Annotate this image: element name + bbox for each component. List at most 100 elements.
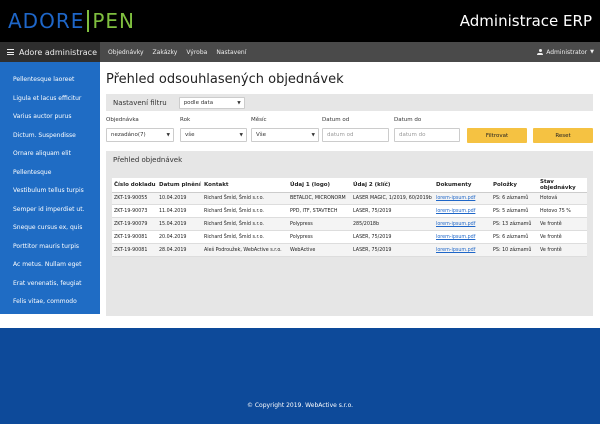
objednavka-label: Objednávka xyxy=(106,117,139,123)
status-badge: Ve frontě xyxy=(538,230,587,245)
nav-link-vyroba[interactable]: Výroba xyxy=(186,49,207,56)
cell-date: 20.04.2019 xyxy=(157,230,202,245)
table-row[interactable]: ZKT-19-90079 15.04.2019 Richard Šmíd, Šm… xyxy=(112,217,587,232)
cell-doc-number: ZKT-19-90055 xyxy=(112,192,157,206)
cell-items: PS: 10 záznamů xyxy=(491,243,538,257)
objednavka-select[interactable]: nezadáno(7) ▼ xyxy=(106,128,174,142)
cell-key: LASER, 75/2019 xyxy=(351,243,434,257)
table-row[interactable]: ZKT-19-90073 11.04.2019 Richard Šmíd, Šm… xyxy=(112,204,587,219)
brand-menu[interactable]: Adore administrace xyxy=(0,42,100,62)
orders-table: Číslo dokladu Datum plnění Kontakt Údaj … xyxy=(112,178,587,257)
document-link[interactable]: lorem-ipsum.pdf xyxy=(436,248,475,253)
user-name: Administrator xyxy=(546,48,588,56)
sidebar-item[interactable]: Felis vitae, commodo xyxy=(0,293,100,312)
sidebar-item[interactable]: Erat venenatis, feugiat xyxy=(0,275,100,294)
datum-od-input[interactable]: datum od xyxy=(322,128,389,142)
cell-key: 285/2018b xyxy=(351,217,434,232)
column-header[interactable]: Dokumenty xyxy=(434,178,491,193)
column-header[interactable]: Datum plnění xyxy=(157,178,202,193)
objednavka-select-value: nezadáno(7) xyxy=(111,132,146,138)
sidebar-item[interactable]: Dictum. Suspendisse xyxy=(0,127,100,146)
column-header[interactable]: Údaj 1 (logo) xyxy=(288,178,351,193)
filter-button[interactable]: Filtrovat xyxy=(467,128,527,143)
navbar: Adore administrace Objednávky Zakázky Vý… xyxy=(0,42,600,62)
document-link[interactable]: lorem-ipsum.pdf xyxy=(436,235,475,240)
mesic-select[interactable]: Vše ▼ xyxy=(251,128,319,142)
mesic-label: Měsíc xyxy=(251,117,267,123)
table-header-row: Číslo dokladu Datum plnění Kontakt Údaj … xyxy=(112,178,587,193)
datum-do-label: Datum do xyxy=(394,117,422,123)
sort-select-value: podle data xyxy=(183,99,214,106)
datum-do-input[interactable]: datum do xyxy=(394,128,460,142)
nav-links: Objednávky Zakázky Výroba Nastavení xyxy=(108,42,255,62)
cell-contact: Richard Šmíd, Šmíd s.r.o. xyxy=(202,230,288,245)
sidebar-item[interactable]: Semper id imperdiet ut. xyxy=(0,201,100,220)
chevron-down-icon: ▼ xyxy=(311,133,315,138)
column-header[interactable]: Položky xyxy=(491,178,538,193)
page-title: Přehled odsouhlasených objednávek xyxy=(106,72,344,87)
cell-contact: Richard Šmíd, Šmíd s.r.o. xyxy=(202,204,288,219)
status-badge: Hotovo 75 % xyxy=(538,204,587,219)
logo[interactable]: ADORE PEN xyxy=(8,9,135,33)
sort-select[interactable]: podle data ▼ xyxy=(178,96,245,109)
filter-panel-label: Nastavení filtru xyxy=(113,98,167,107)
footer: © Copyright 2019. WebActive s.r.o. xyxy=(0,328,600,424)
table-row[interactable]: ZKT-19-90081 28.04.2019 Aleš Podroužek, … xyxy=(112,243,587,257)
cell-logo: PPD, ITF, STAVTECH xyxy=(288,204,351,219)
cell-key: LASER, 75/2019 xyxy=(351,230,434,245)
orders-panel-label: Přehled objednávek xyxy=(113,155,183,164)
rok-select[interactable]: vše ▼ xyxy=(180,128,247,142)
sidebar-item[interactable]: Pellentesque xyxy=(0,164,100,183)
app-title: Administrace ERP xyxy=(459,12,592,30)
rok-select-value: vše xyxy=(185,132,195,138)
cell-doc-number: ZKT-19-90081 xyxy=(112,230,157,245)
sidebar-item[interactable]: Porttitor mauris turpis xyxy=(0,238,100,257)
user-menu[interactable]: Administrator ▼ xyxy=(537,42,594,62)
document-link[interactable]: lorem-ipsum.pdf xyxy=(436,222,475,227)
sidebar-item[interactable]: Varius auctor purus xyxy=(0,108,100,127)
cell-logo: WebActive xyxy=(288,243,351,257)
sidebar-item[interactable]: Ac metus. Nullam eget xyxy=(0,256,100,275)
cell-key: LASER MAGIC, 1/2019, 60/2019b xyxy=(351,192,434,206)
table-row[interactable]: ZKT-19-90081 20.04.2019 Richard Šmíd, Šm… xyxy=(112,230,587,245)
cell-items: PS: 13 záznamů xyxy=(491,217,538,232)
chevron-down-icon: ▼ xyxy=(590,49,594,55)
column-header[interactable]: Kontakt xyxy=(202,178,288,193)
main-content: Přehled odsouhlasených objednávek Nastav… xyxy=(100,62,600,328)
cell-key: LASER, 75/2019 xyxy=(351,204,434,219)
filter-panel-header: Nastavení filtru podle data ▼ xyxy=(106,94,593,111)
cell-contact: Richard Šmíd, Šmíd s.r.o. xyxy=(202,192,288,206)
cell-logo: BETALOC, MICRONORM xyxy=(288,192,351,206)
document-link[interactable]: lorem-ipsum.pdf xyxy=(436,196,475,201)
sidebar-item[interactable]: Pellentesque laoreet xyxy=(0,71,100,90)
nav-link-objednavky[interactable]: Objednávky xyxy=(108,49,144,56)
nav-link-nastaveni[interactable]: Nastavení xyxy=(216,49,246,56)
sidebar-item[interactable]: Ligula et lacus efficitur xyxy=(0,90,100,109)
status-badge: Ve frontě xyxy=(538,217,587,232)
orders-table-container: Číslo dokladu Datum plnění Kontakt Údaj … xyxy=(106,168,593,316)
reset-button[interactable]: Reset xyxy=(533,128,593,143)
chevron-down-icon: ▼ xyxy=(237,100,241,106)
cell-date: 10.04.2019 xyxy=(157,192,202,206)
sidebar-item[interactable]: Vestibulum tellus turpis xyxy=(0,182,100,201)
top-header: ADORE PEN Administrace ERP xyxy=(0,0,600,42)
mesic-select-value: Vše xyxy=(256,132,267,138)
logo-left-text: ADORE xyxy=(8,9,85,33)
cell-logo: Polypress xyxy=(288,230,351,245)
table-row[interactable]: ZKT-19-90055 10.04.2019 Richard Šmíd, Šm… xyxy=(112,192,587,206)
hamburger-icon[interactable] xyxy=(7,48,14,56)
logo-right-text: PEN xyxy=(92,9,136,33)
cell-doc-number: ZKT-19-90079 xyxy=(112,217,157,232)
brand-label: Adore administrace xyxy=(19,47,97,57)
logo-separator xyxy=(87,10,90,32)
cell-date: 28.04.2019 xyxy=(157,243,202,257)
sidebar-item[interactable]: Ornare aliquam elit xyxy=(0,145,100,164)
column-header[interactable]: Údaj 2 (klíč) xyxy=(351,178,434,193)
nav-link-zakazky[interactable]: Zakázky xyxy=(153,49,178,56)
cell-date: 15.04.2019 xyxy=(157,217,202,232)
document-link[interactable]: lorem-ipsum.pdf xyxy=(436,209,475,214)
column-header[interactable]: Stav objednávky xyxy=(538,178,587,193)
chevron-down-icon: ▼ xyxy=(239,133,243,138)
column-header[interactable]: Číslo dokladu xyxy=(112,178,157,193)
sidebar-item[interactable]: Sneque cursus ex, quis xyxy=(0,219,100,238)
